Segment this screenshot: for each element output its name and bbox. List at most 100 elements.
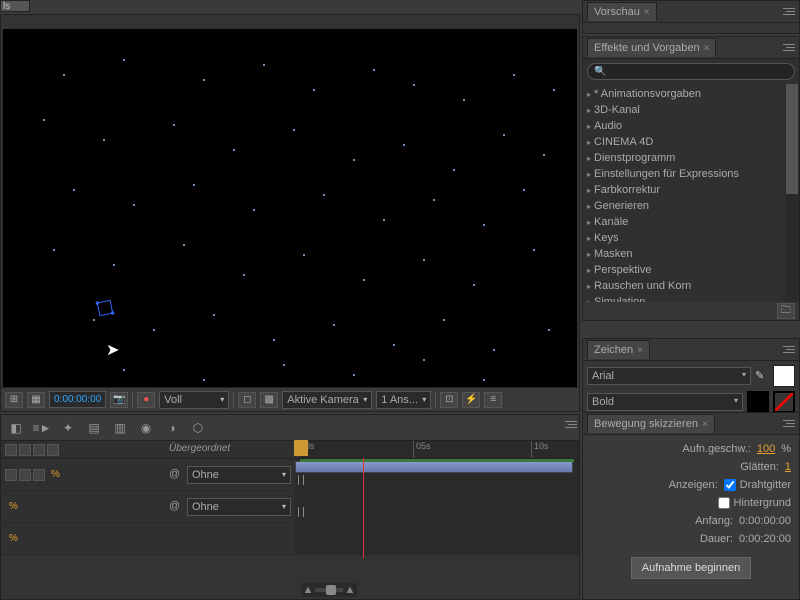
panel-menu-icon[interactable] bbox=[775, 8, 795, 15]
effects-list[interactable]: * Animationsvorgaben3D-KanalAudioCINEMA … bbox=[583, 84, 799, 302]
layer-value[interactable]: % bbox=[9, 533, 18, 544]
effects-category[interactable]: Dienstprogramm bbox=[583, 150, 785, 166]
layer-handle[interactable] bbox=[298, 475, 304, 485]
col-icon[interactable] bbox=[33, 444, 45, 456]
col-icon[interactable] bbox=[19, 444, 31, 456]
effects-category[interactable]: Perspektive bbox=[583, 262, 785, 278]
effects-category[interactable]: Keys bbox=[583, 230, 785, 246]
no-stroke-swatch[interactable] bbox=[773, 391, 795, 413]
zoom-out-icon[interactable]: ▲ bbox=[301, 584, 315, 596]
layer-value[interactable]: % bbox=[51, 469, 60, 480]
col-icon[interactable] bbox=[47, 444, 59, 456]
effects-category[interactable]: CINEMA 4D bbox=[583, 134, 785, 150]
panel-menu-icon[interactable] bbox=[775, 346, 795, 353]
effects-search-input[interactable] bbox=[587, 63, 795, 80]
views-dropdown[interactable]: 1 Ans... bbox=[376, 391, 431, 409]
layer-value[interactable]: % bbox=[9, 501, 18, 512]
layer-row[interactable]: % @ Ohne bbox=[1, 459, 579, 491]
fast-preview-icon[interactable]: ⚡ bbox=[462, 392, 480, 408]
layer-handle[interactable] bbox=[298, 507, 304, 517]
panel-menu-icon[interactable] bbox=[775, 420, 795, 427]
resolution-dropdown[interactable]: Voll bbox=[159, 391, 229, 409]
layer-row[interactable]: % @ Ohne bbox=[1, 491, 579, 523]
effects-category[interactable]: Audio bbox=[583, 118, 785, 134]
close-icon[interactable]: × bbox=[702, 419, 708, 430]
character-tab[interactable]: Zeichen× bbox=[587, 340, 650, 359]
graph-editor-icon[interactable]: ⬡ bbox=[189, 419, 207, 437]
pixel-aspect-icon[interactable]: ⊡ bbox=[440, 392, 458, 408]
motion-sketch-tab[interactable]: Bewegung skizzieren× bbox=[587, 414, 715, 433]
top-tab[interactable]: ls bbox=[0, 0, 30, 12]
effects-category[interactable]: Kanäle bbox=[583, 214, 785, 230]
zoom-thumb[interactable] bbox=[326, 585, 336, 595]
parent-dropdown[interactable]: Ohne bbox=[187, 498, 291, 516]
magnify-icon[interactable]: ⊞ bbox=[5, 392, 23, 408]
scrollbar[interactable] bbox=[785, 84, 799, 302]
col-icon[interactable] bbox=[5, 444, 17, 456]
viewport[interactable]: ➤ bbox=[3, 29, 577, 387]
tl-icon[interactable]: ✦ bbox=[59, 419, 77, 437]
transparency-icon[interactable]: ▩ bbox=[260, 392, 278, 408]
close-icon[interactable]: × bbox=[644, 7, 650, 18]
font-weight-dropdown[interactable]: Bold bbox=[587, 393, 743, 411]
zoom-track[interactable] bbox=[315, 588, 343, 592]
new-bin-icon[interactable]: 🗀 bbox=[777, 303, 795, 319]
effects-category[interactable]: * Animationsvorgaben bbox=[583, 86, 785, 102]
playhead[interactable] bbox=[363, 458, 364, 558]
panel-menu-icon[interactable] bbox=[775, 44, 795, 51]
start-capture-button[interactable]: Aufnahme beginnen bbox=[631, 557, 751, 579]
pickwhip-icon[interactable]: @ bbox=[169, 500, 183, 514]
effects-category[interactable]: Masken bbox=[583, 246, 785, 262]
effects-category[interactable]: Simulation bbox=[583, 294, 785, 302]
selected-layer-box[interactable] bbox=[97, 300, 114, 317]
smoothing-value[interactable]: 1 bbox=[785, 461, 791, 473]
parent-dropdown[interactable]: Ohne bbox=[187, 466, 291, 484]
font-family-dropdown[interactable]: Arial bbox=[587, 367, 751, 385]
tl-icon[interactable]: ◧ bbox=[7, 419, 25, 437]
layer-track[interactable] bbox=[295, 459, 579, 490]
tl-icon[interactable]: ▤ bbox=[85, 419, 103, 437]
wireframe-checkbox[interactable]: Drahtgitter bbox=[724, 479, 791, 491]
capture-speed-value[interactable]: 100 bbox=[757, 443, 775, 455]
tl-icon[interactable]: ≡► bbox=[33, 419, 51, 437]
panel-menu-icon[interactable] bbox=[557, 421, 577, 428]
effects-category[interactable]: Rauschen und Korn bbox=[583, 278, 785, 294]
tl-icon[interactable]: ▥ bbox=[111, 419, 129, 437]
particle bbox=[533, 249, 535, 251]
snapshot-icon[interactable]: 📷 bbox=[110, 392, 128, 408]
background-checkbox[interactable]: Hintergrund bbox=[718, 497, 791, 509]
effects-category[interactable]: Einstellungen für Expressions bbox=[583, 166, 785, 182]
time-ruler[interactable]: 00s 05s 10s bbox=[295, 441, 579, 458]
close-icon[interactable]: × bbox=[704, 43, 710, 54]
current-time-indicator[interactable] bbox=[294, 440, 308, 456]
switch-icon[interactable] bbox=[5, 469, 17, 481]
eyedropper-icon[interactable]: ✎ bbox=[755, 369, 769, 383]
grid-icon[interactable]: ▦ bbox=[27, 392, 45, 408]
channels-icon[interactable]: ● bbox=[137, 392, 155, 408]
effects-category[interactable]: 3D-Kanal bbox=[583, 102, 785, 118]
effects-category[interactable]: Farbkorrektur bbox=[583, 182, 785, 198]
fill-color-swatch[interactable] bbox=[773, 365, 795, 387]
layer-bar[interactable] bbox=[295, 461, 573, 473]
stroke-color-swatch[interactable] bbox=[747, 391, 769, 413]
switch-icon[interactable] bbox=[33, 469, 45, 481]
layer-track[interactable] bbox=[295, 491, 579, 522]
scrollbar-thumb[interactable] bbox=[786, 84, 798, 194]
work-area-bar[interactable] bbox=[300, 459, 574, 462]
zoom-in-icon[interactable]: ▲ bbox=[343, 584, 357, 596]
motion-blur-icon[interactable]: ◉ bbox=[137, 419, 155, 437]
timecode-display[interactable]: 0:00:00:00 bbox=[49, 391, 106, 408]
effects-tab[interactable]: Effekte und Vorgaben× bbox=[587, 38, 716, 57]
switch-icon[interactable] bbox=[19, 469, 31, 481]
preview-tab[interactable]: Vorschau× bbox=[587, 2, 657, 21]
layer-track[interactable] bbox=[295, 523, 579, 554]
layer-row[interactable]: % bbox=[1, 523, 579, 555]
effects-category[interactable]: Generieren bbox=[583, 198, 785, 214]
timeline-zoom[interactable]: ▲ ▲ bbox=[301, 583, 357, 597]
roi-icon[interactable]: ◻ bbox=[238, 392, 256, 408]
close-icon[interactable]: × bbox=[637, 345, 643, 356]
timeline-icon[interactable]: ≡ bbox=[484, 392, 502, 408]
camera-dropdown[interactable]: Aktive Kamera bbox=[282, 391, 372, 409]
pickwhip-icon[interactable]: @ bbox=[169, 468, 183, 482]
tl-icon[interactable]: ◑ bbox=[163, 419, 181, 437]
